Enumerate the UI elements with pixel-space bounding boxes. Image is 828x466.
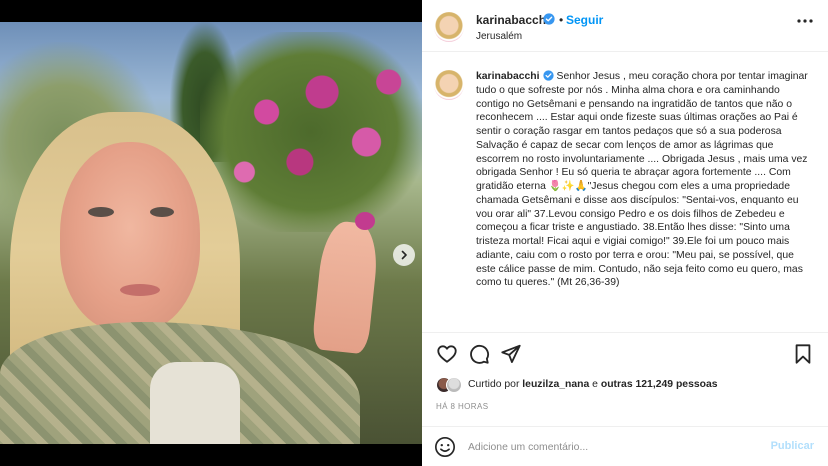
left-eye	[88, 207, 114, 217]
likes-middle: e	[589, 379, 601, 390]
author-avatar[interactable]	[434, 12, 464, 42]
likes-prefix: Curtido por	[468, 379, 523, 390]
follow-button[interactable]: Seguir	[566, 13, 603, 27]
post-actions	[422, 332, 828, 372]
caption-author-avatar[interactable]	[434, 70, 464, 100]
white-blouse	[150, 362, 240, 444]
raised-hand	[311, 219, 381, 355]
post-caption: karinabacchi Senhor Jesus , meu coração c…	[476, 70, 808, 290]
more-options-icon[interactable]	[796, 18, 814, 24]
save-button[interactable]	[792, 343, 814, 365]
comment-input[interactable]	[468, 437, 758, 457]
next-image-button[interactable]	[393, 244, 415, 266]
likes-text: Curtido por leuzilza_nana e outras 121,2…	[468, 379, 718, 390]
heart-icon	[437, 345, 457, 363]
bookmark-icon	[795, 344, 811, 364]
follow-separator: •	[559, 13, 564, 27]
liker-username[interactable]: leuzilza_nana	[522, 379, 589, 390]
caption-author-username[interactable]: karinabacchi	[476, 71, 540, 82]
post-side-panel: karinabacchi • Seguir Jerusalém karinaba…	[422, 0, 828, 466]
comment-bar: Publicar	[422, 426, 828, 466]
verified-badge-icon	[542, 70, 554, 81]
caption-text: Senhor Jesus , meu coração chora por ten…	[476, 71, 808, 289]
post-timestamp[interactable]: HÁ 8 HORAS	[436, 402, 488, 411]
paper-plane-icon	[501, 344, 521, 363]
comment-bubble-icon	[470, 344, 490, 364]
flower-in-hand	[355, 212, 375, 230]
mouth	[120, 284, 160, 296]
publish-comment-button[interactable]: Publicar	[771, 440, 814, 452]
comment-button[interactable]	[468, 343, 490, 365]
woman-face	[60, 142, 200, 332]
smiley-icon[interactable]	[434, 436, 456, 458]
bougainvillea-flowers	[200, 32, 422, 232]
verified-badge-icon	[543, 13, 555, 25]
post-photo[interactable]	[0, 22, 422, 444]
likes-others-link[interactable]: outras 121,249 pessoas	[601, 379, 718, 390]
chevron-right-icon	[401, 250, 407, 260]
author-username[interactable]: karinabacchi	[476, 13, 549, 27]
caption-area: karinabacchi Senhor Jesus , meu coração c…	[422, 58, 828, 330]
post-location[interactable]: Jerusalém	[476, 31, 522, 42]
liker-avatar[interactable]	[446, 377, 462, 393]
right-eye	[150, 207, 174, 217]
like-button[interactable]	[436, 343, 458, 365]
post-header: karinabacchi • Seguir Jerusalém	[422, 0, 828, 52]
share-button[interactable]	[500, 343, 522, 365]
